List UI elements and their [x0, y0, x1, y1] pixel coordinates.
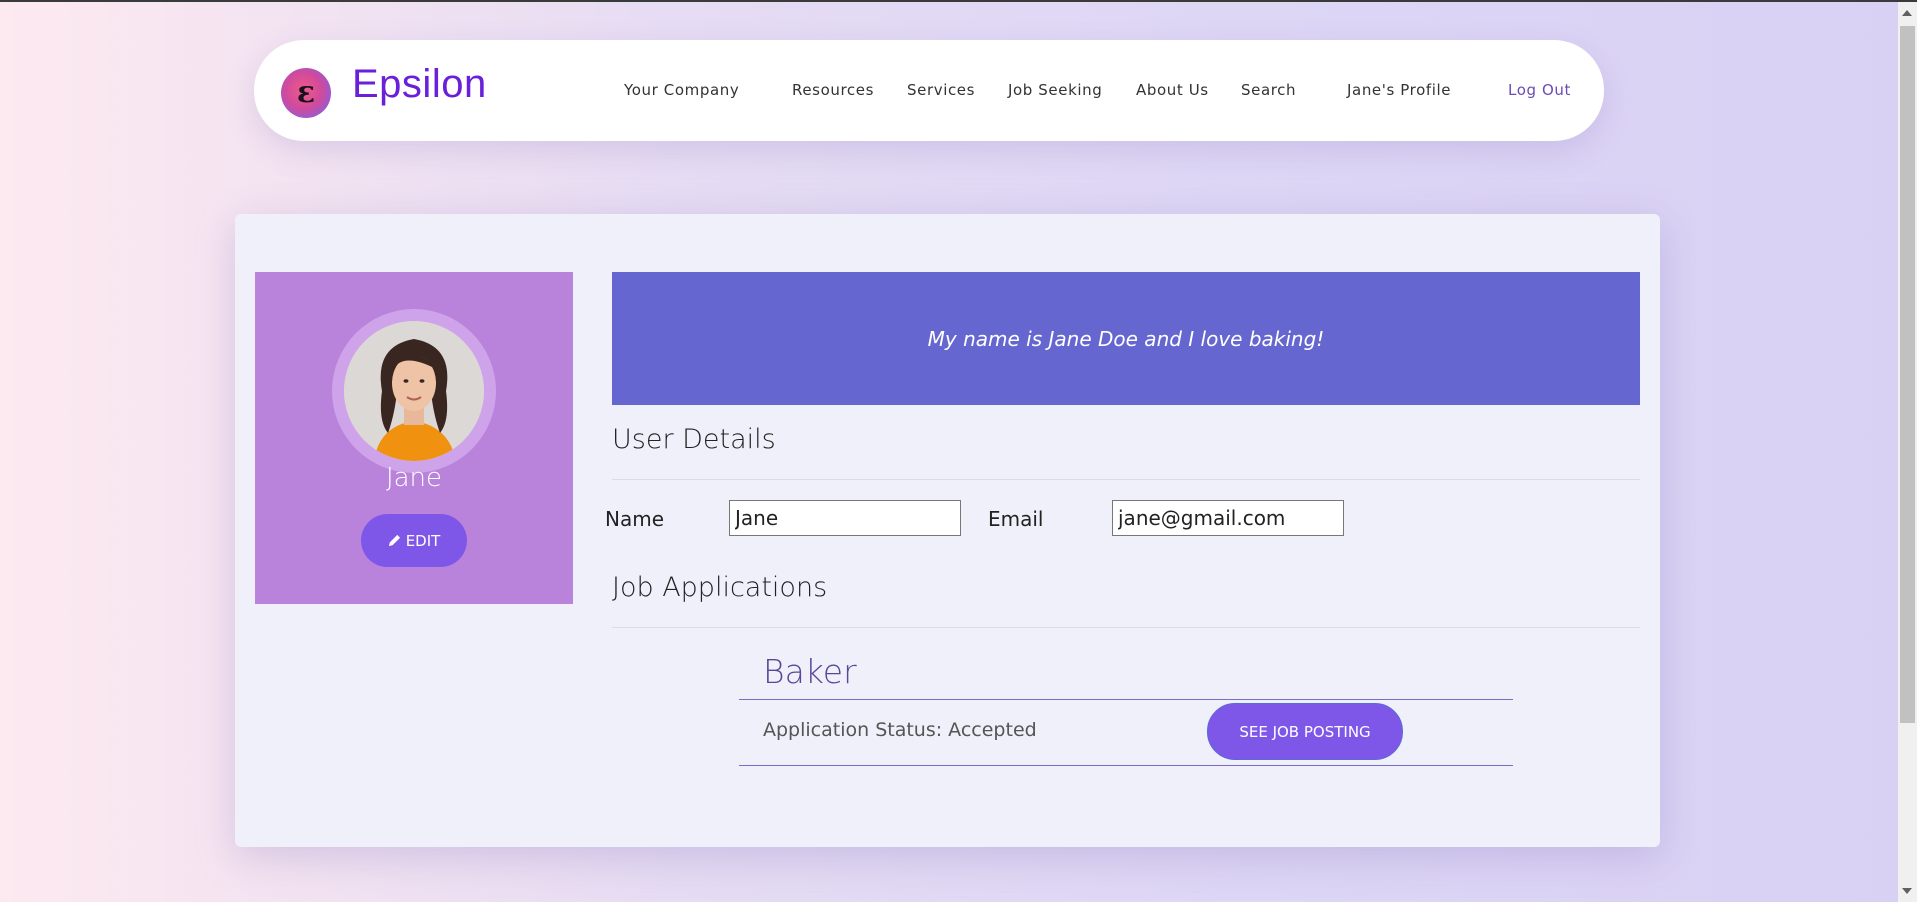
- job-bottom-line: [739, 765, 1513, 766]
- edit-button[interactable]: EDIT: [361, 514, 467, 567]
- email-label: Email: [988, 507, 1044, 531]
- brand-name[interactable]: Epsilon: [352, 62, 487, 107]
- job-applications-divider: [612, 627, 1640, 628]
- bio-text: My name is Jane Doe and I love baking!: [927, 326, 1325, 351]
- bio-banner: My name is Jane Doe and I love baking!: [612, 272, 1640, 405]
- job-title: Baker: [763, 652, 857, 691]
- user-details-divider: [612, 479, 1640, 480]
- nav-about-us[interactable]: About Us: [1136, 81, 1209, 99]
- job-top-line: [739, 699, 1513, 700]
- logo-icon[interactable]: ε: [281, 68, 331, 118]
- avatar: [344, 321, 484, 461]
- avatar-ring: [332, 309, 496, 473]
- job-applications-title: Job Applications: [612, 572, 828, 603]
- profile-name: Jane: [385, 463, 443, 493]
- top-navbar: ε Epsilon Your Company Resources Service…: [254, 40, 1604, 141]
- logo-letter: ε: [296, 75, 316, 110]
- nav-logout[interactable]: Log Out: [1508, 81, 1571, 99]
- nav-services[interactable]: Services: [907, 81, 975, 99]
- see-job-posting-button[interactable]: SEE JOB POSTING: [1207, 703, 1403, 760]
- nav-resources[interactable]: Resources: [792, 81, 874, 99]
- profile-sidebar: Jane EDIT: [255, 272, 573, 604]
- pencil-icon: [388, 534, 400, 547]
- nav-profile[interactable]: Jane's Profile: [1347, 81, 1451, 99]
- name-field[interactable]: [729, 500, 961, 536]
- application-status: Application Status: Accepted: [763, 719, 1037, 741]
- nav-your-company[interactable]: Your Company: [624, 81, 739, 99]
- user-details-title: User Details: [612, 424, 776, 455]
- profile-card: Jane EDIT My name is Jane Doe and I love…: [235, 214, 1660, 847]
- page-scrollbar[interactable]: [1898, 2, 1917, 902]
- nav-job-seeking[interactable]: Job Seeking: [1008, 81, 1102, 99]
- name-label: Name: [605, 507, 665, 531]
- avatar-photo: [344, 321, 484, 461]
- scroll-down-icon[interactable]: [1902, 888, 1912, 894]
- scroll-up-icon[interactable]: [1902, 10, 1912, 16]
- email-field[interactable]: [1112, 500, 1344, 536]
- nav-search[interactable]: Search: [1241, 81, 1296, 99]
- edit-button-label: EDIT: [405, 531, 441, 550]
- scroll-thumb[interactable]: [1900, 26, 1915, 723]
